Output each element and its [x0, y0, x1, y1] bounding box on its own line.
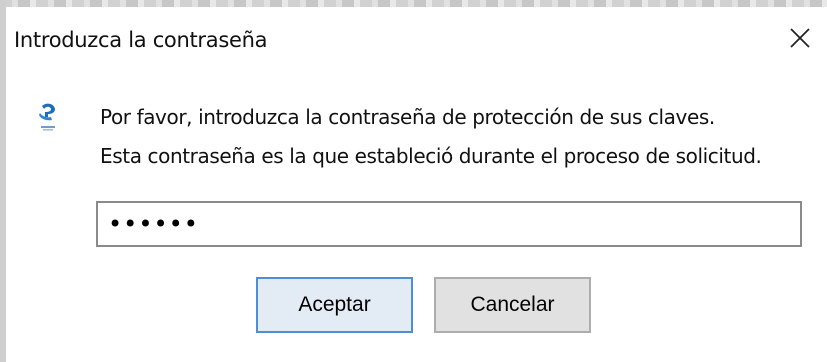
- message-line-1: Por favor, introduzca la contraseña de p…: [100, 105, 715, 129]
- cancel-button[interactable]: Cancelar: [434, 277, 591, 333]
- close-icon: [790, 28, 810, 48]
- window-edge-left: [0, 0, 6, 362]
- accept-button[interactable]: Aceptar: [256, 277, 413, 333]
- message-line-2: Esta contraseña es la que estableció dur…: [100, 144, 762, 168]
- password-dialog: Introduzca la contraseña Por favor, intr…: [0, 0, 827, 362]
- window-edge-top: [0, 0, 827, 7]
- key-icon: [39, 103, 55, 131]
- close-button[interactable]: [782, 20, 818, 56]
- dialog-title: Introduzca la contraseña: [14, 28, 268, 52]
- password-field[interactable]: [96, 201, 802, 247]
